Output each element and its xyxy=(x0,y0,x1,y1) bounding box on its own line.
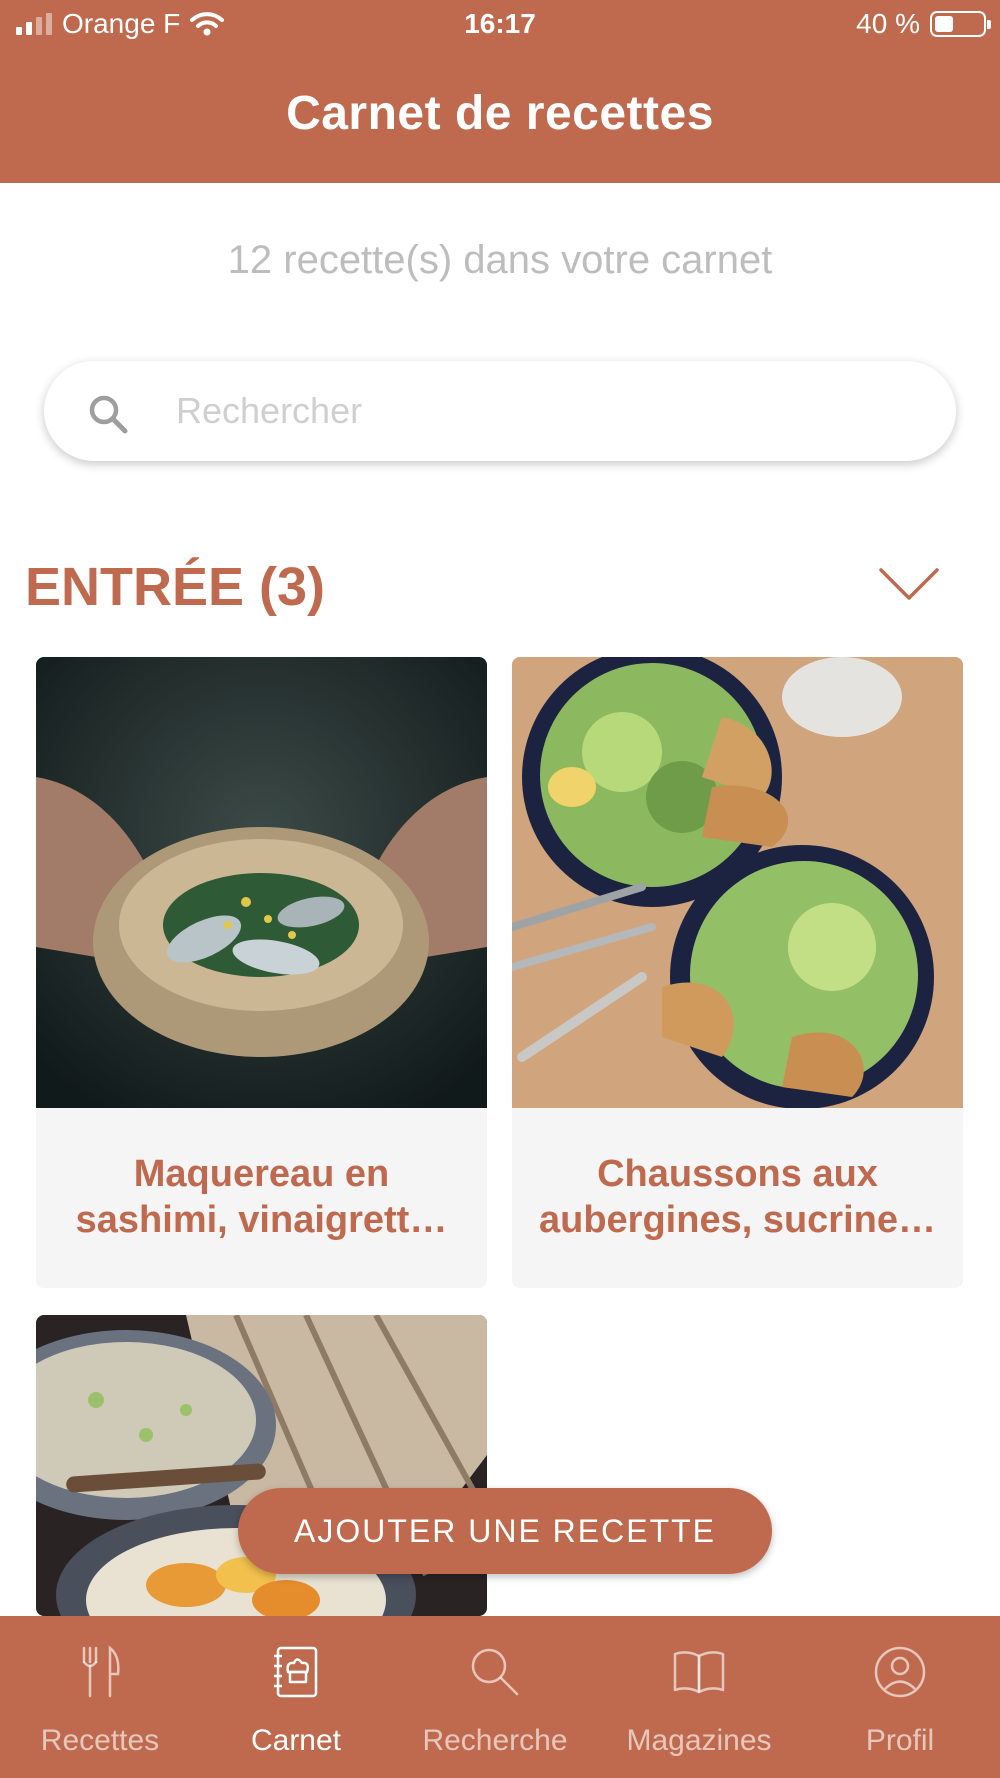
notebook-icon xyxy=(274,1646,318,1698)
status-bar: Orange F 16:17 40 % xyxy=(0,0,1000,50)
search-input[interactable] xyxy=(176,385,876,437)
recipe-image xyxy=(512,657,963,1108)
recipe-card[interactable]: Maquereau en sashimi, vinaigrett… xyxy=(36,657,487,1288)
battery-fill xyxy=(935,16,954,32)
add-recipe-button[interactable]: AJOUTER UNE RECETTE xyxy=(238,1488,772,1574)
open-book-icon xyxy=(673,1651,725,1694)
tab-recherche[interactable]: Recherche xyxy=(395,1616,595,1778)
status-time: 16:17 xyxy=(464,8,536,39)
search-icon xyxy=(471,1648,519,1696)
page-title: Carnet de recettes xyxy=(286,87,714,140)
battery-percent: 40 % xyxy=(856,8,920,39)
tab-label: Profil xyxy=(865,1724,935,1757)
recipe-image xyxy=(36,657,487,1108)
battery-icon xyxy=(930,11,991,37)
tab-label: Recettes xyxy=(40,1724,160,1757)
tab-label: Recherche xyxy=(422,1724,568,1757)
chevron-down-icon[interactable] xyxy=(878,565,940,605)
tab-magazines[interactable]: Magazines xyxy=(599,1616,799,1778)
tab-recettes[interactable]: Recettes xyxy=(0,1616,200,1778)
profile-icon xyxy=(874,1646,926,1698)
tab-label: Magazines xyxy=(626,1724,772,1757)
app-header: Orange F 16:17 40 % Carnet de recettes xyxy=(0,0,1000,183)
recipe-title: Chaussons aux aubergines, sucrine… xyxy=(538,1153,936,1241)
tab-label: Carnet xyxy=(250,1724,342,1757)
recipe-count: 12 recette(s) dans votre carnet xyxy=(227,238,773,282)
recipe-card[interactable]: Chaussons aux aubergines, sucrine… xyxy=(512,657,963,1288)
recipe-title: Maquereau en sashimi, vinaigrett… xyxy=(75,1153,448,1241)
tab-bar: Recettes Carnet Recherche Magazines Prof… xyxy=(0,1616,1000,1778)
section-title[interactable]: ENTRÉE (3) xyxy=(25,556,325,618)
fork-knife-icon xyxy=(82,1645,120,1698)
tab-carnet[interactable]: Carnet xyxy=(196,1616,396,1778)
search-icon xyxy=(89,395,128,434)
status-right: 40 % xyxy=(856,8,991,40)
tab-profil[interactable]: Profil xyxy=(800,1616,1000,1778)
